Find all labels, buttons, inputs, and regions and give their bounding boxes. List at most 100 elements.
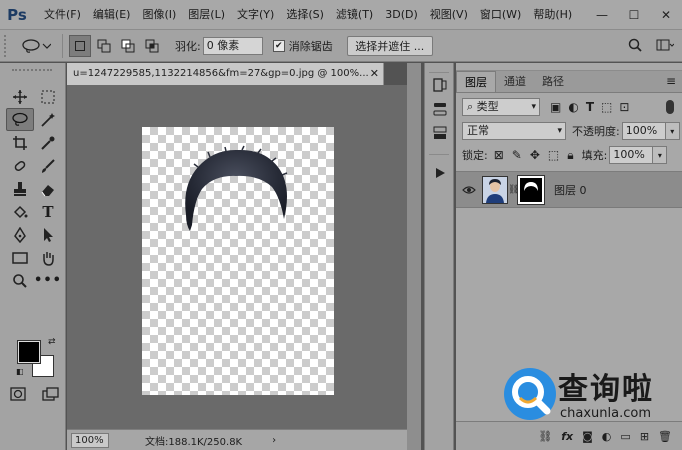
menu-select[interactable]: 选择(S) bbox=[280, 0, 330, 30]
zoom-tool-icon[interactable] bbox=[6, 269, 34, 292]
text-tool-icon[interactable]: T bbox=[34, 200, 62, 223]
document-info[interactable]: 文档:188.1K/250.8K bbox=[145, 433, 242, 448]
hand-tool-icon[interactable] bbox=[34, 246, 62, 269]
watermark-domain: chaxunla.com bbox=[560, 406, 651, 421]
healing-brush-tool-icon[interactable] bbox=[6, 154, 34, 177]
filter-row: ⌕ 类型 ▾ ▣ ◐ T ⬚ ⊡ bbox=[456, 95, 682, 119]
smart-object-filter-icon[interactable]: ⊡ bbox=[619, 100, 629, 114]
tool-preset-picker[interactable] bbox=[16, 34, 56, 58]
document-workspace[interactable] bbox=[67, 85, 407, 429]
layer-thumbnail[interactable] bbox=[482, 175, 508, 204]
opacity-input[interactable]: 100% bbox=[621, 122, 666, 140]
default-colors-icon[interactable]: ◧ bbox=[16, 367, 24, 376]
crop-tool-icon[interactable] bbox=[6, 131, 34, 154]
watermark-logo bbox=[504, 368, 556, 420]
panel-grip[interactable] bbox=[456, 63, 682, 71]
history-panel-icon[interactable] bbox=[425, 73, 455, 97]
type-filter-icon[interactable]: T bbox=[586, 100, 594, 114]
brush-tool-icon[interactable] bbox=[34, 154, 62, 177]
document-tab[interactable]: u=1247229585,1132214856&fm=27&gp=0.jpg @… bbox=[67, 63, 384, 85]
chain-link-icon[interactable]: ⛓ bbox=[508, 185, 519, 195]
eye-icon[interactable] bbox=[456, 185, 482, 195]
fill-label: 填充: bbox=[581, 149, 608, 162]
zoom-field[interactable]: 100% bbox=[71, 432, 109, 448]
pixel-filter-icon[interactable]: ▣ bbox=[550, 100, 561, 114]
image-canvas[interactable] bbox=[142, 127, 334, 395]
maximize-button[interactable]: ☐ bbox=[618, 0, 650, 30]
filter-kind-select[interactable]: ⌕ 类型 ▾ bbox=[462, 98, 540, 116]
layer-name[interactable]: 图层 0 bbox=[554, 182, 587, 198]
separator bbox=[62, 33, 63, 58]
vertical-scrollbar[interactable] bbox=[407, 63, 421, 450]
eraser-tool-icon[interactable] bbox=[34, 177, 62, 200]
more-tools-icon[interactable]: ••• bbox=[34, 269, 62, 292]
screen-mode-icon[interactable] bbox=[42, 387, 60, 401]
antialias-checkbox[interactable]: ✔ bbox=[272, 39, 285, 52]
adjustments-panel-icon[interactable] bbox=[425, 97, 455, 121]
lock-all-icon[interactable]: 🔒︎ bbox=[567, 148, 573, 163]
quick-mask-icon[interactable] bbox=[10, 387, 26, 401]
fill-input[interactable]: 100% bbox=[609, 146, 654, 164]
menu-edit[interactable]: 编辑(E) bbox=[87, 0, 137, 30]
filter-toggle[interactable] bbox=[666, 100, 674, 114]
layer-mask-thumbnail[interactable] bbox=[517, 174, 545, 205]
options-grip[interactable] bbox=[4, 34, 10, 57]
menu-layer[interactable]: 图层(L) bbox=[182, 0, 231, 30]
lasso-icon bbox=[22, 38, 51, 53]
swap-colors-icon[interactable]: ⇄ bbox=[48, 337, 56, 347]
magic-wand-tool-icon[interactable] bbox=[34, 108, 62, 131]
lock-label: 锁定: bbox=[462, 149, 488, 162]
path-selection-tool-icon[interactable] bbox=[34, 223, 62, 246]
close-button[interactable]: ✕ bbox=[650, 0, 682, 30]
tab-layers[interactable]: 图层 bbox=[456, 71, 496, 92]
subtract-selection-button[interactable] bbox=[117, 35, 139, 57]
paint-bucket-tool-icon[interactable] bbox=[6, 200, 34, 223]
menu-filter[interactable]: 滤镜(T) bbox=[330, 0, 379, 30]
panel-tabs: 图层 通道 路径 ≡ bbox=[456, 71, 682, 93]
blend-mode-select[interactable]: 正常 ▾ bbox=[462, 122, 566, 140]
menu-file[interactable]: 文件(F) bbox=[38, 0, 87, 30]
move-tool-icon[interactable] bbox=[6, 85, 34, 108]
hair-image bbox=[185, 145, 288, 231]
lock-artboard-icon[interactable]: ⬚ bbox=[548, 148, 559, 163]
opacity-dropdown-icon[interactable]: ▾ bbox=[665, 122, 680, 140]
menu-help[interactable]: 帮助(H) bbox=[527, 0, 578, 30]
shape-filter-icon[interactable]: ⬚ bbox=[601, 100, 612, 114]
toolbar-grip[interactable] bbox=[12, 69, 52, 73]
pen-tool-icon[interactable] bbox=[6, 223, 34, 246]
minimize-button[interactable]: — bbox=[586, 0, 618, 30]
foreground-color-swatch[interactable] bbox=[17, 340, 41, 364]
intersect-selection-button[interactable] bbox=[141, 35, 163, 57]
menu-view[interactable]: 视图(V) bbox=[424, 0, 474, 30]
properties-panel-icon[interactable] bbox=[425, 121, 455, 145]
search-icon[interactable] bbox=[624, 34, 646, 56]
tab-paths[interactable]: 路径 bbox=[534, 71, 572, 92]
play-actions-icon[interactable] bbox=[425, 161, 455, 185]
marquee-tool-icon[interactable] bbox=[34, 85, 62, 108]
layer-row[interactable]: ⛓ 图层 0 bbox=[456, 172, 682, 208]
lock-image-icon[interactable]: ✎ bbox=[512, 148, 522, 163]
panel-menu-icon[interactable]: ≡ bbox=[666, 74, 676, 88]
photoshop-logo[interactable]: Ps bbox=[0, 0, 34, 30]
lock-position-icon[interactable]: ✥ bbox=[530, 148, 540, 163]
tab-channels[interactable]: 通道 bbox=[496, 71, 534, 92]
workspace-icon[interactable] bbox=[654, 34, 676, 56]
feather-input[interactable]: 0 像素 bbox=[202, 36, 263, 55]
select-and-mask-button[interactable]: 选择并遮住 ... bbox=[346, 35, 433, 56]
strip-grip[interactable] bbox=[429, 63, 449, 73]
close-document-icon[interactable]: ✕ bbox=[370, 63, 379, 85]
eyedropper-tool-icon[interactable] bbox=[34, 131, 62, 154]
menu-type[interactable]: 文字(Y) bbox=[231, 0, 280, 30]
add-selection-button[interactable] bbox=[93, 35, 115, 57]
lock-transparent-icon[interactable]: ⊠ bbox=[494, 148, 504, 163]
new-selection-button[interactable] bbox=[69, 34, 91, 57]
fill-dropdown-icon[interactable]: ▾ bbox=[653, 146, 668, 164]
clone-stamp-tool-icon[interactable] bbox=[6, 177, 34, 200]
menu-image[interactable]: 图像(I) bbox=[136, 0, 182, 30]
lasso-tool-icon[interactable] bbox=[6, 108, 34, 131]
adjustment-filter-icon[interactable]: ◐ bbox=[568, 100, 578, 114]
chevron-right-icon[interactable]: › bbox=[272, 435, 276, 446]
menu-3d[interactable]: 3D(D) bbox=[379, 0, 424, 30]
rectangle-tool-icon[interactable] bbox=[6, 246, 34, 269]
menu-window[interactable]: 窗口(W) bbox=[474, 0, 527, 30]
